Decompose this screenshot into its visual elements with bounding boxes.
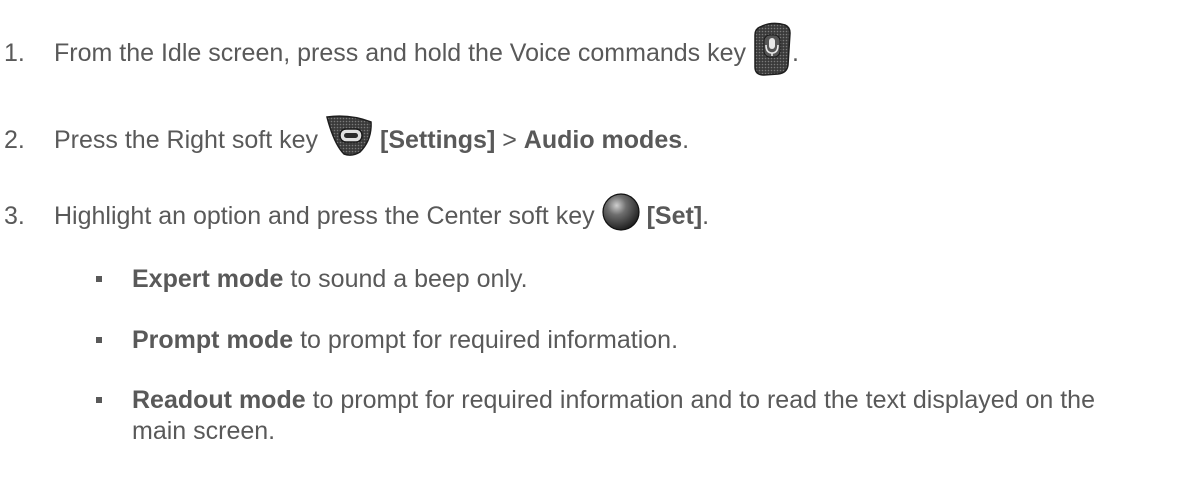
bullet-icon (96, 397, 102, 403)
option-expert-mode: Expert mode to sound a beep only. (96, 264, 1176, 295)
voice-commands-key-icon (752, 21, 792, 84)
set-label: [Set] (646, 201, 703, 230)
bullet-icon (96, 337, 102, 343)
option-description: to prompt for required information. (293, 326, 679, 354)
step-number: 1. (4, 38, 25, 67)
step-text-end: . (702, 201, 710, 230)
audio-modes-menu: Audio modes (523, 125, 683, 154)
step-text: Highlight an option and press the Center… (54, 201, 595, 230)
step-text: From the Idle screen, press and hold the… (54, 38, 747, 67)
step-text-end: . (682, 125, 690, 154)
step-text-end: . (792, 38, 799, 67)
step-number: 3. (4, 201, 25, 230)
center-soft-key-icon (601, 192, 641, 239)
menu-separator: > (495, 125, 524, 154)
step-3: 3. Highlight an option and press the Cen… (0, 192, 709, 239)
option-readout-mode: Readout mode to prompt for required info… (96, 385, 1176, 447)
option-name: Prompt mode (132, 326, 294, 354)
step-text: Press the Right soft key (54, 125, 319, 154)
settings-label: [Settings] (380, 125, 496, 154)
right-soft-key-icon (324, 114, 374, 165)
option-name: Expert mode (132, 265, 284, 293)
option-name: Readout mode (132, 386, 306, 414)
step-number: 2. (4, 125, 25, 154)
step-2: 2. Press the Right soft key [Settings] >… (0, 114, 689, 165)
option-prompt-mode: Prompt mode to prompt for required infor… (96, 325, 1176, 356)
bullet-icon (96, 276, 102, 282)
option-description: to sound a beep only. (283, 265, 528, 293)
step-1: 1. From the Idle screen, press and hold … (0, 21, 799, 84)
